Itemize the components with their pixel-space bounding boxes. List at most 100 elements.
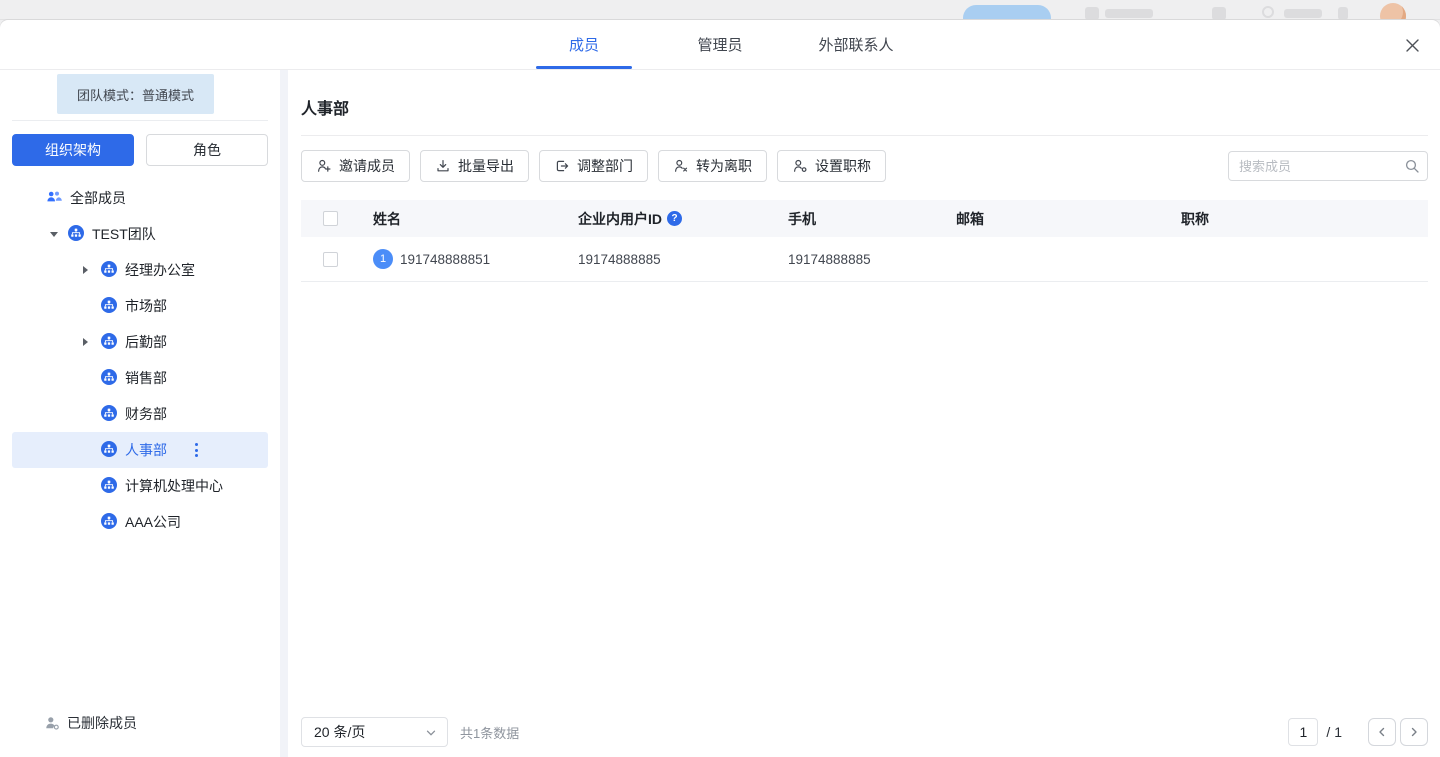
background-ghost-circle [1262,6,1274,18]
next-page-button[interactable] [1400,718,1428,746]
tree-item-label: TEST团队 [92,224,156,244]
member-name: 191748888851 [400,252,490,267]
background-ghost-icon [1085,7,1099,20]
role-button[interactable]: 角色 [146,134,268,166]
background-ghost-icon [1212,7,1226,20]
member-management-modal: 成员 管理员 外部联系人 团队模式：普通模式 组织架构 角色 [0,20,1440,757]
toolbar: 邀请成员 批量导出 调整部门 转为离职 [301,150,1428,182]
members-table: 姓名 企业内用户ID ? 手机 邮箱 职称 1 191748888 [301,200,1428,282]
adjust-department-button[interactable]: 调整部门 [539,150,648,182]
col-header-user-id: 企业内用户ID ? [578,209,788,229]
person-gear-icon [792,158,808,174]
background-ghost-text [1105,9,1153,18]
search-icon[interactable] [1404,158,1420,179]
page-size-select[interactable]: 20 条/页 [301,717,448,747]
tree-item-sales-dept[interactable]: 销售部 [12,360,268,396]
total-count-label: 共1条数据 [460,723,519,742]
sidebar-divider [12,120,268,121]
col-header-title: 职称 [1181,209,1428,229]
background-blue-pill [963,5,1051,20]
table-header-row: 姓名 企业内用户ID ? 手机 邮箱 职称 [301,200,1428,237]
org-structure-button[interactable]: 组织架构 [12,134,134,166]
background-ghost-icon [1338,7,1348,20]
department-icon [101,513,117,532]
tab-external-contacts[interactable]: 外部联系人 [808,20,904,69]
tree-item-label: AAA公司 [125,512,181,532]
department-icon [101,333,117,352]
deleted-members-link[interactable]: 已删除成员 [0,713,280,733]
tree-item-manager-office[interactable]: 经理办公室 [12,252,268,288]
select-all-checkbox[interactable] [323,211,338,226]
org-tree: 全部成员 TEST团队 经理办公室 [0,180,280,757]
person-add-icon [316,158,332,174]
tree-item-test-team[interactable]: TEST团队 [12,216,268,252]
tree-item-market-dept[interactable]: 市场部 [12,288,268,324]
search-member [1228,151,1428,181]
tree-item-label: 市场部 [125,296,167,316]
tree-item-label: 销售部 [125,368,167,388]
sidebar-segmented-control: 组织架构 角色 [12,134,268,166]
team-mode-badge: 团队模式：普通模式 [57,74,214,114]
move-out-icon [554,158,570,174]
tree-item-label: 计算机处理中心 [125,476,223,496]
member-user-id: 19174888885 [578,252,788,267]
table-footer: 20 条/页 共1条数据 / 1 [301,717,1428,747]
help-icon[interactable]: ? [667,211,682,226]
tree-item-label: 后勤部 [125,332,167,352]
tree-item-computer-center[interactable]: 计算机处理中心 [12,468,268,504]
tree-item-label: 全部成员 [70,188,126,208]
background-avatar [1380,3,1406,20]
batch-export-button[interactable]: 批量导出 [420,150,529,182]
current-page-input[interactable] [1288,718,1318,746]
download-icon [435,158,451,174]
department-icon [101,369,117,388]
invite-member-button[interactable]: 邀请成员 [301,150,410,182]
person-remove-icon [673,158,689,174]
sidebar: 团队模式：普通模式 组织架构 角色 全部成员 [0,70,280,757]
table-row[interactable]: 1 191748888851 19174888885 19174888885 [301,237,1428,282]
tab-admins[interactable]: 管理员 [672,20,768,69]
members-group-icon [46,189,62,208]
background-app-bar [0,0,1440,20]
screen: 成员 管理员 外部联系人 团队模式：普通模式 组织架构 角色 [0,0,1440,757]
set-resigned-button[interactable]: 转为离职 [658,150,767,182]
caret-right-icon[interactable] [83,266,101,274]
total-pages-label: / 1 [1326,724,1342,740]
close-icon[interactable] [1400,33,1424,57]
caret-down-icon[interactable] [50,232,68,237]
col-header-email: 邮箱 [956,209,1181,229]
more-actions-icon[interactable] [195,443,198,457]
tab-bar: 成员 管理员 外部联系人 [536,20,904,69]
tree-item-finance-dept[interactable]: 财务部 [12,396,268,432]
page-title: 人事部 [301,95,1428,119]
sidebar-scrollbar-gutter[interactable] [280,70,288,757]
background-ghost-text [1284,9,1322,18]
department-icon [68,225,84,244]
row-checkbox[interactable] [323,252,338,267]
caret-right-icon[interactable] [83,338,101,346]
main-content: 人事部 邀请成员 批量导出 调整部门 [288,70,1440,757]
set-title-button[interactable]: 设置职称 [777,150,886,182]
department-icon [101,261,117,280]
chevron-down-icon [425,727,437,739]
avatar: 1 [373,249,393,269]
deleted-member-icon [44,715,60,731]
modal-body: 团队模式：普通模式 组织架构 角色 全部成员 [0,70,1440,757]
department-icon [101,477,117,496]
tree-item-all-members[interactable]: 全部成员 [12,180,268,216]
prev-page-button[interactable] [1368,718,1396,746]
deleted-members-label: 已删除成员 [67,713,137,733]
department-icon [101,441,117,460]
tree-item-label: 人事部 [125,440,167,460]
tab-members[interactable]: 成员 [536,20,632,69]
col-header-name: 姓名 [373,209,578,229]
search-input[interactable] [1228,151,1428,181]
tree-item-aaa-company[interactable]: AAA公司 [12,504,268,540]
col-header-phone: 手机 [788,209,956,229]
tree-item-hr-dept[interactable]: 人事部 [12,432,268,468]
member-phone: 19174888885 [788,252,956,267]
tree-item-label: 财务部 [125,404,167,424]
department-icon [101,405,117,424]
tree-item-logistics-dept[interactable]: 后勤部 [12,324,268,360]
department-icon [101,297,117,316]
